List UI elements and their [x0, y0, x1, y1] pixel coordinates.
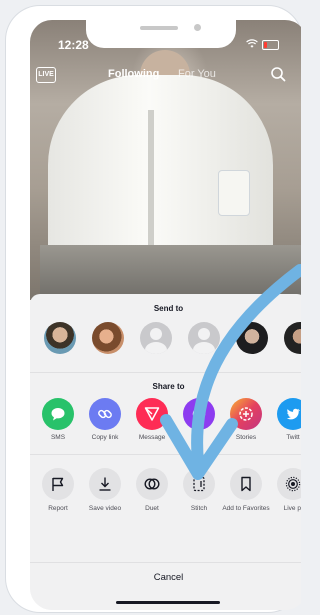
share-to-title: Share to — [152, 382, 185, 391]
report-label: Report — [48, 505, 68, 512]
copy-link-label: Copy link — [91, 434, 119, 441]
link-icon — [98, 409, 112, 419]
message-label: Message — [138, 434, 166, 441]
stitch-icon — [193, 476, 205, 492]
notch-speaker — [140, 26, 178, 30]
video-player[interactable] — [30, 20, 301, 300]
section-divider — [30, 372, 301, 373]
message-button[interactable] — [136, 398, 168, 430]
section-divider — [30, 562, 301, 563]
copy-link-button[interactable] — [89, 398, 121, 430]
add-to-favorites-label: Add to Favorites — [222, 505, 270, 512]
stories-button[interactable] — [230, 398, 262, 430]
twitter-icon — [286, 408, 301, 420]
phone-frame: 12:28 LIVE Following For You Send to Sha… — [6, 6, 301, 612]
battery-icon — [262, 40, 279, 50]
video-coat-badge — [218, 170, 250, 216]
twitter-label: Twitt — [286, 434, 300, 441]
contact-avatar[interactable] — [236, 322, 268, 354]
message-icon — [144, 407, 160, 421]
tab-following[interactable]: Following — [108, 68, 159, 80]
video-keyboard — [40, 245, 301, 300]
stories-label: Stories — [235, 434, 257, 441]
instagram-direct-icon — [192, 407, 206, 421]
contact-avatar[interactable] — [44, 322, 76, 354]
stitch-label: Stitch — [190, 505, 208, 512]
status-bar: 12:28 — [30, 20, 301, 60]
duet-label: Duet — [145, 505, 159, 512]
contact-avatar[interactable] — [284, 322, 301, 354]
tab-for-you[interactable]: For You — [178, 68, 216, 80]
live-photo-icon — [285, 476, 301, 492]
phone-screen: 12:28 LIVE Following For You Send to Sha… — [30, 20, 301, 610]
sms-icon — [51, 408, 65, 421]
twitter-button[interactable] — [277, 398, 301, 430]
contact-avatar[interactable] — [92, 322, 124, 354]
search-icon[interactable] — [270, 66, 286, 82]
flag-icon — [52, 477, 64, 491]
add-to-favorites-button[interactable] — [230, 468, 262, 500]
save-video-button[interactable] — [89, 468, 121, 500]
contact-avatar-placeholder[interactable] — [188, 322, 220, 354]
section-divider — [30, 454, 301, 455]
contact-avatar-placeholder[interactable] — [140, 322, 172, 354]
report-button[interactable] — [42, 468, 74, 500]
stories-icon — [239, 407, 253, 421]
download-icon — [99, 477, 111, 491]
instagram-direct-button[interactable] — [183, 398, 215, 430]
duet-button[interactable] — [136, 468, 168, 500]
sms-button[interactable] — [42, 398, 74, 430]
top-nav: LIVE Following For You — [30, 64, 301, 94]
live-photo-button[interactable] — [277, 468, 301, 500]
send-to-title: Send to — [153, 304, 184, 313]
stitch-button[interactable] — [183, 468, 215, 500]
cancel-button[interactable]: Cancel — [30, 564, 301, 592]
sms-label: SMS — [50, 434, 66, 441]
notch-camera — [194, 24, 201, 31]
wifi-icon — [246, 39, 258, 48]
live-icon[interactable]: LIVE — [36, 67, 56, 83]
battery-level — [264, 42, 267, 48]
status-time: 12:28 — [58, 38, 89, 52]
page: 12:28 LIVE Following For You Send to Sha… — [0, 0, 301, 615]
live-photo-label: Live pl — [283, 505, 301, 512]
home-indicator — [116, 601, 220, 604]
save-video-label: Save video — [88, 505, 122, 512]
share-sheet: Send to Share to SMS Copy link Message I… — [30, 294, 301, 610]
instagram-direct-label: In — [196, 434, 202, 441]
device-notch — [86, 20, 236, 48]
bookmark-icon — [241, 476, 251, 492]
duet-icon — [144, 478, 160, 490]
